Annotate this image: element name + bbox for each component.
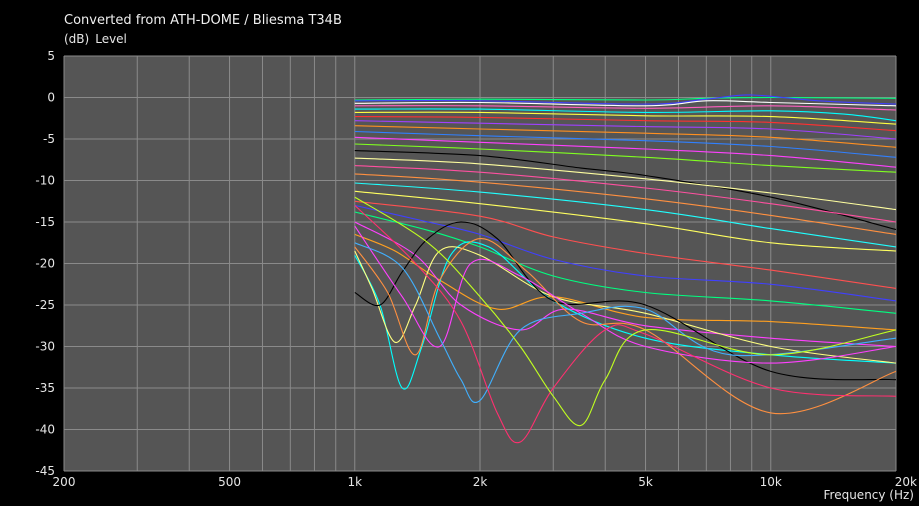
grid — [63, 55, 897, 472]
y-tick-label: 5 — [47, 49, 55, 63]
x-tick-label: 10k — [760, 475, 782, 489]
y-tick-label: -20 — [35, 257, 55, 271]
y-tick-label: 0 — [47, 91, 55, 105]
y-tick-label: -30 — [35, 340, 55, 354]
y-tick-label: -10 — [35, 174, 55, 188]
x-tick-label: 20k — [895, 475, 917, 489]
y-tick-label: -25 — [35, 298, 55, 312]
x-axis-label: Frequency (Hz) — [823, 488, 915, 502]
x-tick-label: 200 — [53, 475, 76, 489]
x-tick-label: 1k — [347, 475, 362, 489]
x-tick-label: 5k — [638, 475, 653, 489]
y-tick-label: -15 — [35, 215, 55, 229]
x-tick-label: 500 — [218, 475, 241, 489]
y-tick-label: -35 — [35, 381, 55, 395]
frequency-response-chart: 50-5-10-15-20-25-30-35-40-45200 500 1k 2k 5k… — [35, 49, 917, 489]
y-tick-label: -5 — [43, 132, 55, 146]
x-tick-label: 2k — [473, 475, 488, 489]
y-tick-label: -40 — [35, 423, 55, 437]
